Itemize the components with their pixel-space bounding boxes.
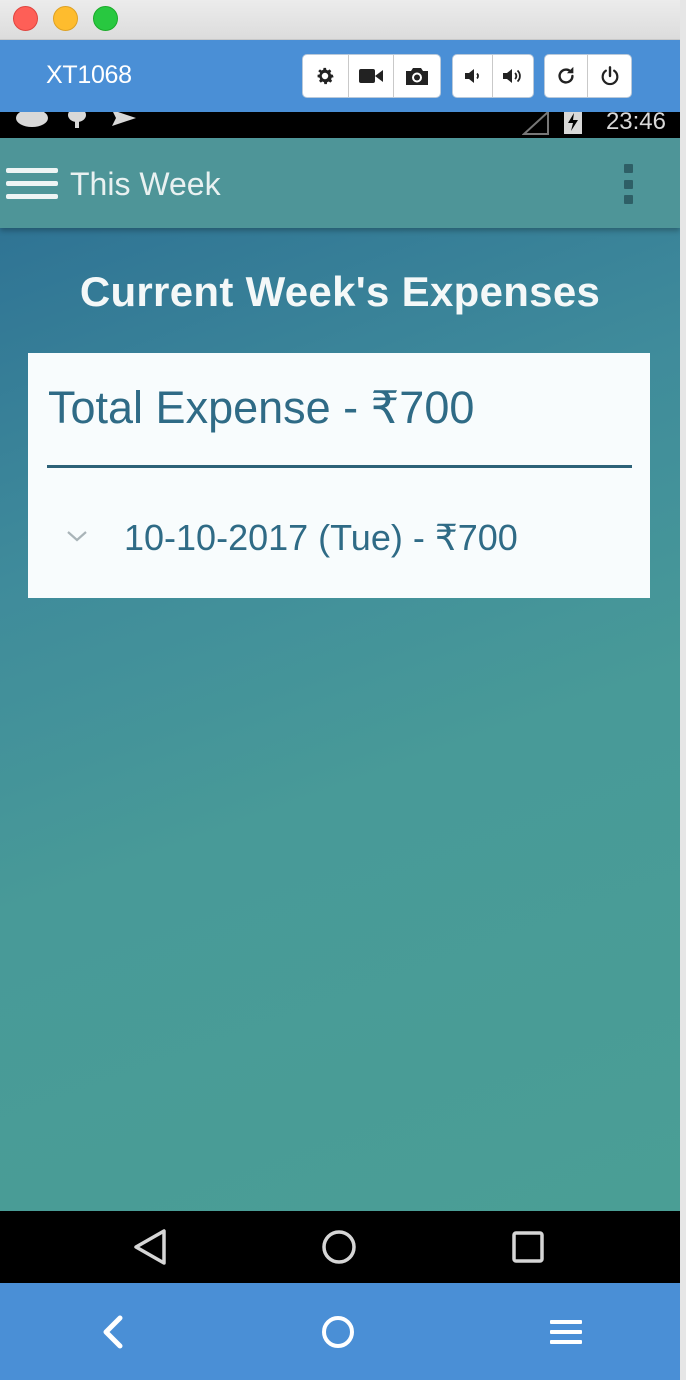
device-tools-group: [302, 54, 441, 98]
rotate-icon: [558, 66, 574, 84]
phone-screen: 23:46 This Week Current Week's Expenses …: [0, 112, 680, 1211]
window-titlebar: [0, 0, 680, 40]
android-home-button[interactable]: [304, 1211, 374, 1283]
screenshot-button[interactable]: [394, 55, 440, 97]
page-title: Current Week's Expenses: [79, 268, 601, 315]
back-chevron-icon: [103, 1315, 123, 1348]
android-back-button[interactable]: [115, 1211, 185, 1283]
battery-charging-icon: [564, 112, 582, 134]
record-video-button[interactable]: [349, 55, 395, 97]
power-icon: [601, 66, 618, 86]
list-item[interactable]: 10-10-2017 (Tue) - ₹700: [28, 503, 650, 573]
power-button[interactable]: [588, 55, 631, 97]
android-recents-button[interactable]: [493, 1211, 563, 1283]
app-bar: This Week: [0, 138, 680, 228]
window-minimize-button[interactable]: [53, 6, 78, 31]
recents-square-icon: [512, 1231, 544, 1263]
bottom-home-button[interactable]: [303, 1283, 373, 1380]
settings-button[interactable]: [303, 55, 349, 97]
window-maximize-button[interactable]: [93, 6, 118, 31]
home-circle-icon: [322, 1315, 354, 1348]
volume-down-button[interactable]: [453, 55, 493, 97]
volume-up-icon: [503, 69, 521, 83]
camera-icon: [406, 68, 429, 85]
video-camera-icon: [359, 69, 383, 83]
signal-icon: [522, 112, 549, 135]
divider: [47, 465, 632, 468]
location-pin-icon: [68, 112, 86, 128]
window-close-button[interactable]: [13, 6, 38, 31]
status-bar: 23:46: [0, 112, 680, 138]
volume-down-icon: [464, 69, 479, 83]
volume-up-button[interactable]: [493, 55, 533, 97]
expense-entry-label: 10-10-2017 (Tue) - ₹700: [124, 517, 518, 558]
device-name: XT1068: [46, 61, 132, 89]
bottom-back-button[interactable]: [78, 1283, 148, 1380]
app-bar-title: This Week: [70, 166, 221, 202]
menu-icon: [550, 1319, 582, 1344]
cloud-icon: [16, 112, 48, 127]
power-group: [544, 54, 632, 98]
chevron-down-icon[interactable]: [64, 523, 90, 549]
rotate-button[interactable]: [545, 55, 588, 97]
total-expense: Total Expense - ₹700: [48, 382, 475, 433]
status-time: 23:46: [605, 112, 666, 135]
home-circle-icon: [322, 1230, 356, 1264]
expense-card: Total Expense - ₹700 10-10-2017 (Tue) - …: [28, 353, 650, 598]
window-edge: [680, 0, 686, 1380]
send-icon: [112, 112, 136, 126]
android-nav-bar: [0, 1211, 680, 1283]
volume-group: [452, 54, 534, 98]
bottom-bar: [0, 1283, 680, 1380]
back-triangle-icon: [134, 1229, 166, 1265]
gear-icon: [317, 67, 334, 85]
device-toolbar: XT1068: [0, 40, 680, 112]
more-vertical-icon[interactable]: [622, 164, 634, 204]
hamburger-icon[interactable]: [6, 168, 58, 202]
bottom-menu-button[interactable]: [531, 1283, 601, 1380]
